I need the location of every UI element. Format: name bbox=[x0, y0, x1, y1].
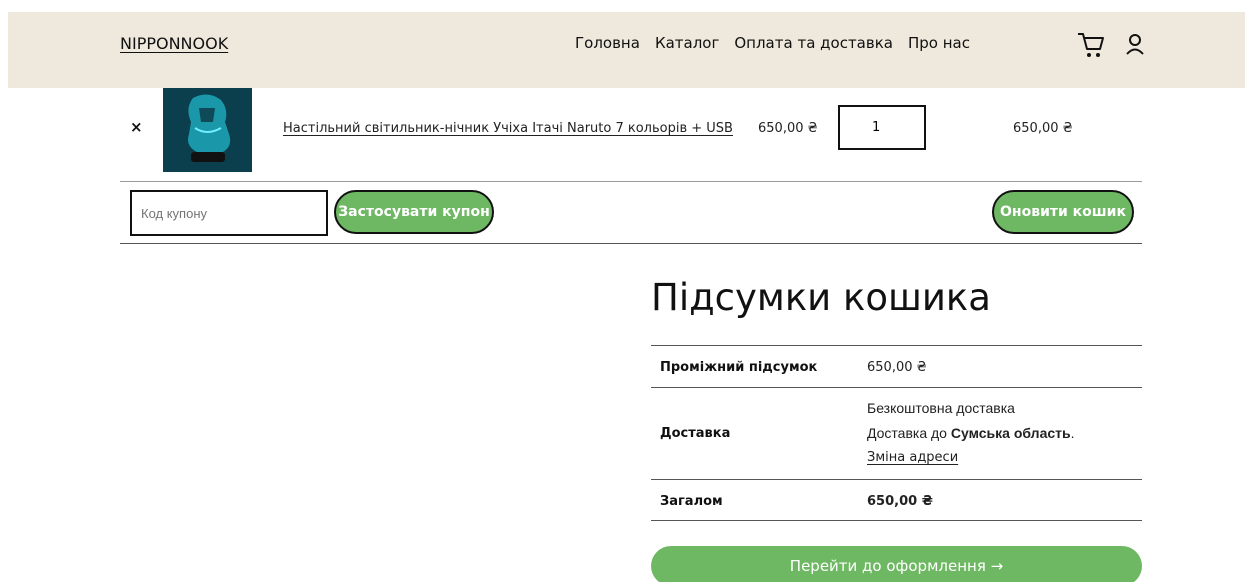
update-cart-button[interactable]: Оновити кошик bbox=[992, 190, 1134, 234]
site-header: NIPPONNOOK Головна Каталог Оплата та дос… bbox=[8, 12, 1245, 88]
main-nav: Головна Каталог Оплата та доставка Про н… bbox=[575, 34, 970, 52]
nav-item-home[interactable]: Головна bbox=[575, 34, 640, 52]
product-price: 650,00 ₴ bbox=[758, 121, 818, 136]
coupon-code-input[interactable] bbox=[130, 190, 328, 236]
total-label: Загалом bbox=[660, 494, 723, 509]
item-subtotal: 650,00 ₴ bbox=[1013, 121, 1073, 136]
product-thumbnail[interactable] bbox=[163, 88, 252, 172]
subtotal-label: Проміжний підсумок bbox=[660, 360, 818, 375]
total-value: 650,00 ₴ bbox=[867, 494, 933, 509]
subtotal-value: 650,00 ₴ bbox=[867, 360, 927, 375]
remove-item-button[interactable]: × bbox=[130, 118, 143, 136]
totals-row-total: Загалом 650,00 ₴ bbox=[651, 479, 1142, 521]
shipping-region: Сумська область bbox=[950, 425, 1071, 441]
change-address-link[interactable]: Зміна адреси bbox=[867, 450, 958, 465]
shipping-details: Безкоштовна доставка Доставка до Сумська… bbox=[867, 400, 1075, 465]
proceed-to-checkout-button[interactable]: Перейти до оформлення → bbox=[651, 546, 1142, 582]
nav-item-about[interactable]: Про нас bbox=[908, 34, 970, 52]
quantity-input[interactable] bbox=[838, 105, 926, 150]
nav-item-catalog[interactable]: Каталог bbox=[655, 34, 719, 52]
site-logo[interactable]: NIPPONNOOK bbox=[120, 34, 228, 53]
coupon-row: Застосувати купон Оновити кошик bbox=[120, 182, 1142, 244]
shipping-destination-suffix: . bbox=[1070, 425, 1075, 441]
cart-item-row: × Настільний світильник-нічник Учіха Іта… bbox=[120, 88, 1142, 182]
apply-coupon-button[interactable]: Застосувати купон bbox=[334, 190, 494, 234]
product-name-link[interactable]: Настільний світильник-нічник Учіха Ітачі… bbox=[283, 121, 733, 136]
user-icon[interactable] bbox=[1123, 28, 1147, 60]
shipping-destination: Доставка до Сумська область. bbox=[867, 425, 1075, 441]
cart-totals-title: Підсумки кошика bbox=[651, 276, 991, 319]
nav-item-payment-delivery[interactable]: Оплата та доставка bbox=[734, 34, 893, 52]
shipping-method: Безкоштовна доставка bbox=[867, 400, 1015, 416]
cart-icon[interactable] bbox=[1076, 28, 1106, 60]
cart-totals-table: Проміжний підсумок 650,00 ₴ Доставка Без… bbox=[651, 345, 1142, 521]
totals-row-subtotal: Проміжний підсумок 650,00 ₴ bbox=[651, 345, 1142, 387]
shipping-label: Доставка bbox=[660, 426, 731, 441]
totals-row-shipping: Доставка Безкоштовна доставка Доставка д… bbox=[651, 387, 1142, 479]
shipping-destination-prefix: Доставка до bbox=[867, 425, 947, 441]
